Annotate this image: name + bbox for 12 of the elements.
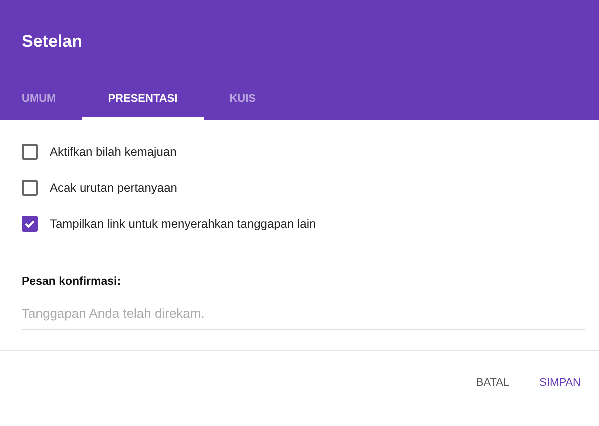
checkbox[interactable] bbox=[22, 144, 38, 160]
checkbox[interactable] bbox=[22, 216, 38, 232]
save-button[interactable]: SIMPAN bbox=[528, 371, 593, 395]
dialog-title: Setelan bbox=[22, 32, 84, 52]
check-icon bbox=[24, 218, 36, 230]
tab[interactable]: PRESENTASI bbox=[82, 93, 204, 120]
cancel-button[interactable]: BATAL bbox=[464, 371, 522, 395]
checkbox-label: Acak urutan pertanyaan bbox=[50, 181, 178, 195]
checkbox-label: Tampilkan link untuk menyerahkan tanggapan lain bbox=[50, 217, 316, 231]
checkbox[interactable] bbox=[22, 180, 38, 196]
field-label: Pesan konfirmasi: bbox=[22, 276, 122, 288]
checkbox-label: Aktifkan bilah kemajuan bbox=[50, 145, 177, 159]
